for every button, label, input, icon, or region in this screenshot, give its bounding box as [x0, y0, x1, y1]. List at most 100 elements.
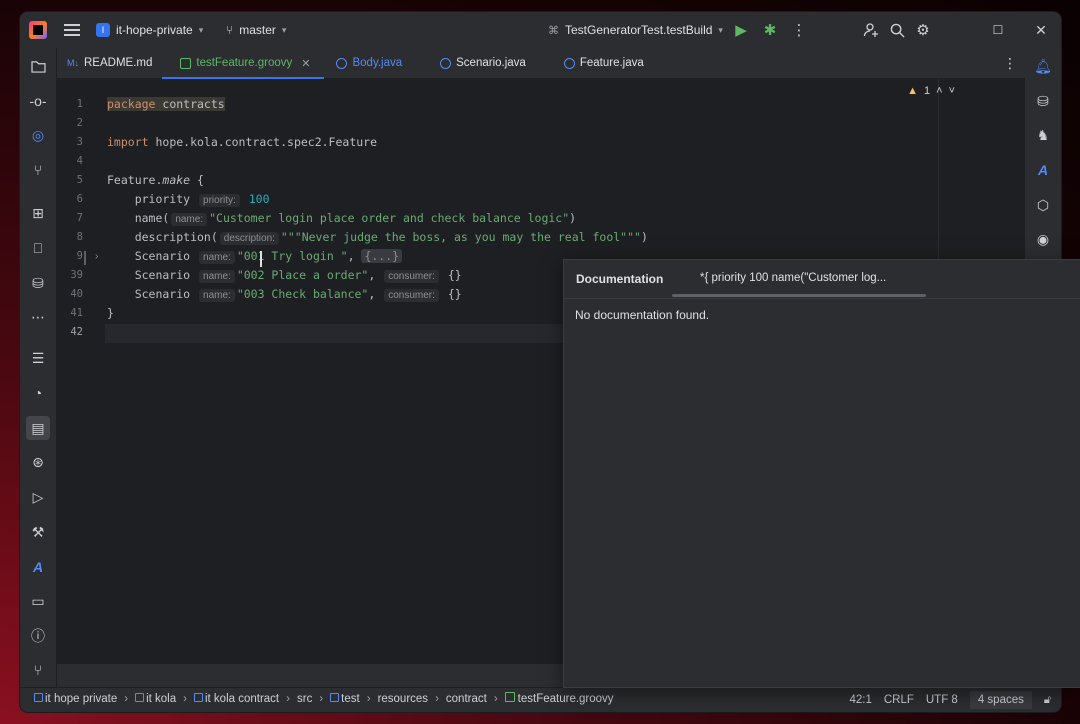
- code-text: ): [640, 230, 648, 244]
- line-number: 5: [76, 174, 83, 186]
- line-number: 6: [76, 193, 83, 205]
- notifications-bell-icon[interactable]: 🔔︎: [1033, 56, 1053, 76]
- fold-chevron-icon[interactable]: ›: [95, 251, 98, 262]
- chevron-down-icon[interactable]: ˅: [949, 85, 955, 97]
- structure-icon[interactable]: ⊞: [28, 203, 48, 223]
- string-literal: "Customer login place order and check ba…: [209, 211, 570, 225]
- project-name: it-hope-private: [116, 23, 193, 37]
- more-horizontal-icon[interactable]: ⋯: [28, 307, 48, 327]
- branch-icon: ⑂: [226, 23, 234, 37]
- documentation-icon[interactable]: ▤: [26, 416, 50, 440]
- ai-assistant-icon[interactable]: A: [28, 557, 48, 577]
- tab-body-java[interactable]: Body.java: [324, 48, 412, 78]
- file-encoding[interactable]: UTF 8: [926, 694, 958, 706]
- documentation-body: No documentation found.: [575, 308, 710, 322]
- code-line: name(name: "Customer login place order an…: [107, 209, 576, 228]
- breadcrumb-item[interactable]: it kola: [135, 692, 176, 705]
- build-hammer-icon[interactable]: ⚒: [28, 522, 48, 542]
- tab-feature-java[interactable]: Feature.java: [536, 48, 654, 78]
- status-right: 42:1 CRLF UTF 8 4 spaces 🔓︎: [849, 688, 1051, 712]
- documentation-tab[interactable]: *{ priority 100 name("Customer log...: [700, 272, 886, 284]
- code-line: Scenario name: "001 Try login ", {...}: [107, 247, 403, 266]
- module-icon: [34, 692, 43, 702]
- close-tab-icon[interactable]: ✕: [301, 57, 310, 70]
- services-icon[interactable]: ⛁: [28, 273, 48, 293]
- code-text: ,: [347, 249, 362, 263]
- breadcrumb-item[interactable]: resources: [378, 693, 429, 705]
- package-box-icon[interactable]: ⬡: [1033, 195, 1053, 215]
- todo-list-icon[interactable]: ☰: [28, 348, 48, 368]
- code-text: priority: [107, 192, 198, 206]
- module-icon: [135, 692, 145, 702]
- close-icon[interactable]: ✕: [1031, 20, 1051, 40]
- problems-icon[interactable]: ⓘ: [28, 626, 48, 646]
- groovy-file-icon: [504, 692, 515, 702]
- line-separator[interactable]: CRLF: [884, 694, 914, 706]
- editor-tabs: M↓ README.md testFeature.groovy ✕ Body.j…: [57, 48, 1025, 79]
- line-number: 7: [76, 212, 83, 224]
- inspection-widget[interactable]: ▲ 1 ˄ ˅: [907, 85, 955, 97]
- run-config-selector[interactable]: ⌘ TestGeneratorTest.testBuild ▾: [548, 20, 723, 40]
- parameter-hint: name:: [199, 270, 235, 283]
- code-line: Scenario name: "002 Place a order", consu…: [107, 266, 462, 285]
- branch-selector[interactable]: ⑂ master ▾: [226, 20, 286, 40]
- parameter-hint: priority:: [199, 194, 240, 207]
- breadcrumb-item[interactable]: testFeature.groovy: [504, 692, 614, 705]
- tab-label: Feature.java: [579, 57, 644, 69]
- database-icon[interactable]: ⛁: [1033, 91, 1053, 111]
- terminal-icon[interactable]: ▭: [28, 591, 48, 611]
- run-tool-icon[interactable]: ▷: [28, 487, 48, 507]
- line-number: 42: [70, 326, 83, 338]
- breadcrumb-item[interactable]: test: [330, 692, 360, 705]
- gradle-icon[interactable]: ♞: [1033, 125, 1053, 145]
- parameter-hint: name:: [199, 251, 235, 264]
- tab-testfeature-groovy[interactable]: testFeature.groovy ✕: [162, 48, 325, 79]
- code-text: ,: [368, 268, 383, 282]
- breadcrumb-item[interactable]: it kola contract: [193, 692, 279, 705]
- bookmarks-icon[interactable]: ⎕: [28, 238, 48, 258]
- breadcrumb-item[interactable]: src: [297, 693, 312, 705]
- add-user-icon[interactable]: [861, 20, 881, 40]
- tab-readme[interactable]: M↓ README.md: [57, 48, 162, 78]
- code-text: {}: [440, 268, 462, 282]
- endpoints-icon[interactable]: ⊛: [28, 452, 48, 472]
- line-number: 40: [70, 288, 83, 300]
- parameter-hint: consumer:: [384, 289, 439, 302]
- maximize-icon[interactable]: ☐: [988, 20, 1008, 40]
- caret-position[interactable]: 42:1: [849, 694, 871, 706]
- chevron-down-icon: ▾: [718, 24, 723, 35]
- settings-gear-icon[interactable]: ⚙: [913, 20, 933, 40]
- documentation-popup: Documentation *{ priority 100 name("Cust…: [563, 259, 1080, 688]
- endpoints-circle-icon[interactable]: ◉: [1033, 229, 1053, 249]
- code-line: import hope.kola.contract.spec2.Feature: [107, 133, 377, 152]
- profiler-icon[interactable]: ◔: [28, 383, 48, 403]
- lock-icon[interactable]: 🔓︎: [1044, 694, 1051, 707]
- class-icon: [440, 57, 452, 69]
- line-gutter: 1 2 3 4 5 6 7 8 9 39 40 41 42 ›: [57, 79, 105, 664]
- debug-icon[interactable]: ✱: [760, 20, 780, 40]
- module-icon: [193, 692, 203, 702]
- parameter-hint: name:: [199, 289, 235, 302]
- db-search-icon[interactable]: ◎: [28, 125, 48, 145]
- git-icon[interactable]: ⑂: [28, 660, 48, 680]
- indent-setting[interactable]: 4 spaces: [969, 691, 1032, 709]
- commit-icon[interactable]: -o-: [28, 91, 48, 111]
- search-icon[interactable]: [887, 20, 907, 40]
- project-selector[interactable]: I it-hope-private ▾: [96, 20, 203, 40]
- pull-request-icon[interactable]: ⑂: [28, 160, 48, 180]
- chevron-up-icon[interactable]: ˄: [936, 85, 942, 97]
- line-number: 3: [76, 136, 83, 148]
- folded-region[interactable]: {...}: [361, 249, 403, 263]
- ai-chat-icon[interactable]: A: [1033, 160, 1053, 180]
- more-vertical-icon[interactable]: ⋮: [789, 20, 809, 40]
- keyword: package: [107, 97, 156, 111]
- breadcrumb-item[interactable]: contract: [446, 693, 487, 705]
- tabs-more-icon[interactable]: ⋮: [1003, 55, 1017, 72]
- project-folder-icon[interactable]: [28, 56, 48, 76]
- line-number: 9: [76, 250, 83, 262]
- parameter-hint: description:: [219, 232, 279, 245]
- run-icon[interactable]: ▶: [731, 20, 751, 40]
- main-menu-icon[interactable]: [64, 21, 80, 39]
- tab-scenario-java[interactable]: Scenario.java: [412, 48, 536, 78]
- breadcrumb-item[interactable]: it hope private: [34, 692, 117, 705]
